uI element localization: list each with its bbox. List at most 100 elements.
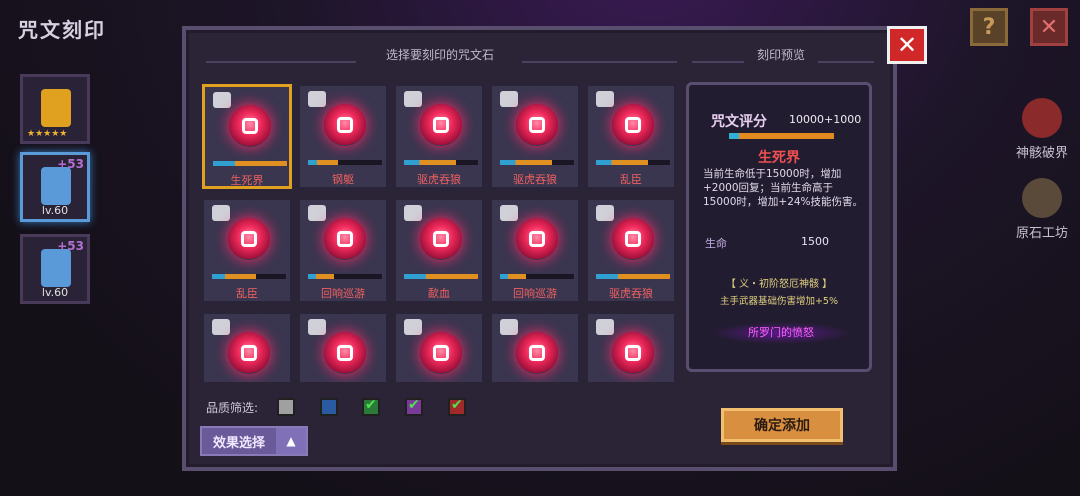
divider: [692, 61, 744, 63]
rune-glyph-icon: [529, 117, 545, 133]
lock-icon[interactable]: [212, 205, 230, 221]
equipment-slot[interactable]: +53 lv.60: [20, 152, 90, 222]
rune-stone-name: 驱虎吞狼: [609, 287, 653, 300]
stone-workshop-button[interactable]: 原石工坊: [1014, 178, 1070, 241]
rune-glyph-icon: [433, 231, 449, 247]
rune-glyph-icon: [625, 345, 641, 361]
preview-panel: 咒文评分 10000+1000 生死界 当前生命低于15000时，增加+2000…: [686, 82, 872, 372]
set-name: 【 义・初阶怒厄神骸 】: [725, 279, 833, 290]
effect-select-button[interactable]: 效果选择 ▲: [200, 426, 308, 456]
rune-stone-card[interactable]: 回响巡游: [298, 198, 388, 303]
effect-select-label: 效果选择: [212, 435, 265, 451]
lock-icon[interactable]: [213, 92, 231, 108]
select-header: 选择要刻印的咒文石: [385, 48, 494, 62]
lock-icon[interactable]: [404, 319, 422, 335]
rune-stone-card[interactable]: 乱臣: [586, 84, 676, 189]
lock-icon[interactable]: [404, 205, 422, 221]
rune-stone-name: 歃血: [428, 287, 450, 300]
rune-stone-card[interactable]: 回响巡游: [490, 198, 580, 303]
rune-stone-card[interactable]: [586, 312, 676, 382]
lock-icon[interactable]: [500, 205, 518, 221]
quality-checkbox[interactable]: [320, 398, 338, 416]
rune-stone-grid: 生死界 钢躯 驱虎吞狼 驱虎吞狼 乱臣 乱臣 回响巡游 歃血 回响巡游 驱虎吞狼: [202, 84, 684, 382]
rune-stone-card[interactable]: [298, 312, 388, 382]
relic-icon: [1022, 98, 1062, 138]
rune-stone-name: 回响巡游: [513, 287, 557, 300]
lock-icon[interactable]: [212, 319, 230, 335]
rune-glyph-icon: [625, 231, 641, 247]
rune-glyph-icon: [529, 345, 545, 361]
set-description: 主手武器基础伤害增加+5%: [719, 296, 839, 307]
rune-stone-name: 乱臣: [620, 173, 642, 186]
stat-value: 1500: [801, 235, 829, 248]
divider: [206, 61, 356, 63]
icon-label: 原石工坊: [1015, 226, 1068, 241]
quality-bar: [213, 161, 287, 166]
rune-glyph-icon: [529, 231, 545, 247]
rune-description: 当前生命低于15000时，增加+2000回复；当前生命高于15000时，增加+2…: [703, 168, 864, 208]
lock-icon[interactable]: [308, 205, 326, 221]
rune-glyph-icon: [337, 231, 353, 247]
equipment-icon: [41, 167, 71, 205]
stat-label: 生命: [705, 237, 727, 250]
rune-stone-card[interactable]: [202, 312, 292, 382]
score-label: 咒文评分: [711, 114, 767, 130]
quality-filter-label: 品质筛选:: [206, 401, 259, 415]
rune-stone-name: 回响巡游: [321, 287, 365, 300]
quality-checkbox[interactable]: [405, 397, 423, 416]
rune-glyph-icon: [241, 345, 257, 361]
rune-glyph-icon: [337, 117, 353, 133]
rune-glyph-icon: [242, 118, 258, 134]
equipment-icon: [41, 89, 71, 127]
level-label: lv.60: [41, 286, 69, 299]
quality-checkbox[interactable]: [448, 397, 466, 416]
rune-stone-card[interactable]: 歃血: [394, 198, 484, 303]
upgrade-count: +53: [57, 157, 84, 171]
quality-bar: [500, 274, 574, 279]
equipment-slot[interactable]: +53 lv.60: [20, 234, 90, 304]
rune-stone-card[interactable]: [490, 312, 580, 382]
lock-icon[interactable]: [404, 91, 422, 107]
level-label: lv.60: [41, 204, 69, 217]
divine-relic-button[interactable]: 神骸破界: [1014, 98, 1070, 161]
lock-icon[interactable]: [500, 91, 518, 107]
lock-icon[interactable]: [596, 205, 614, 221]
rune-stone-card[interactable]: 乱臣: [202, 198, 292, 303]
rune-stone-card[interactable]: 驱虎吞狼: [586, 198, 676, 303]
close-panel-button[interactable]: ✕: [887, 26, 927, 64]
lock-icon[interactable]: [596, 91, 614, 107]
equipment-slot[interactable]: ★★★★★: [20, 74, 90, 144]
rune-glyph-icon: [433, 117, 449, 133]
rune-stone-card[interactable]: 驱虎吞狼: [490, 84, 580, 189]
exit-button[interactable]: ✕: [1030, 8, 1068, 46]
set-skill-button[interactable]: 所罗门的愤怒: [711, 322, 851, 344]
quality-bar: [404, 160, 478, 165]
rune-stone-card[interactable]: 生死界: [202, 84, 292, 189]
score-bar: [729, 133, 834, 139]
icon-label: 神骸破界: [1015, 146, 1068, 161]
lock-icon[interactable]: [500, 319, 518, 335]
rune-stone-card[interactable]: [394, 312, 484, 382]
quality-bar: [596, 274, 670, 279]
rune-glyph-icon: [433, 345, 449, 361]
lock-icon[interactable]: [596, 319, 614, 335]
quality-bar: [308, 160, 382, 165]
rune-stone-name: 乱臣: [236, 287, 258, 300]
lock-icon[interactable]: [308, 319, 326, 335]
quality-checkbox[interactable]: [362, 397, 380, 416]
quality-checkbox[interactable]: [277, 398, 295, 416]
rune-glyph-icon: [625, 117, 641, 133]
rune-stone-name: 驱虎吞狼: [417, 173, 461, 186]
help-button[interactable]: ?: [970, 8, 1008, 46]
confirm-add-button[interactable]: 确定添加: [721, 408, 843, 442]
quality-bar: [212, 274, 286, 279]
rune-stone-card[interactable]: 钢躯: [298, 84, 388, 189]
rune-name: 生死界: [758, 150, 800, 166]
rune-stone-card[interactable]: 驱虎吞狼: [394, 84, 484, 189]
equipment-icon: [41, 249, 71, 287]
lock-icon[interactable]: [308, 91, 326, 107]
chevron-up-icon: ▲: [276, 428, 306, 454]
quality-bar: [308, 274, 382, 279]
workshop-icon: [1022, 178, 1062, 218]
quality-bar: [596, 160, 670, 165]
